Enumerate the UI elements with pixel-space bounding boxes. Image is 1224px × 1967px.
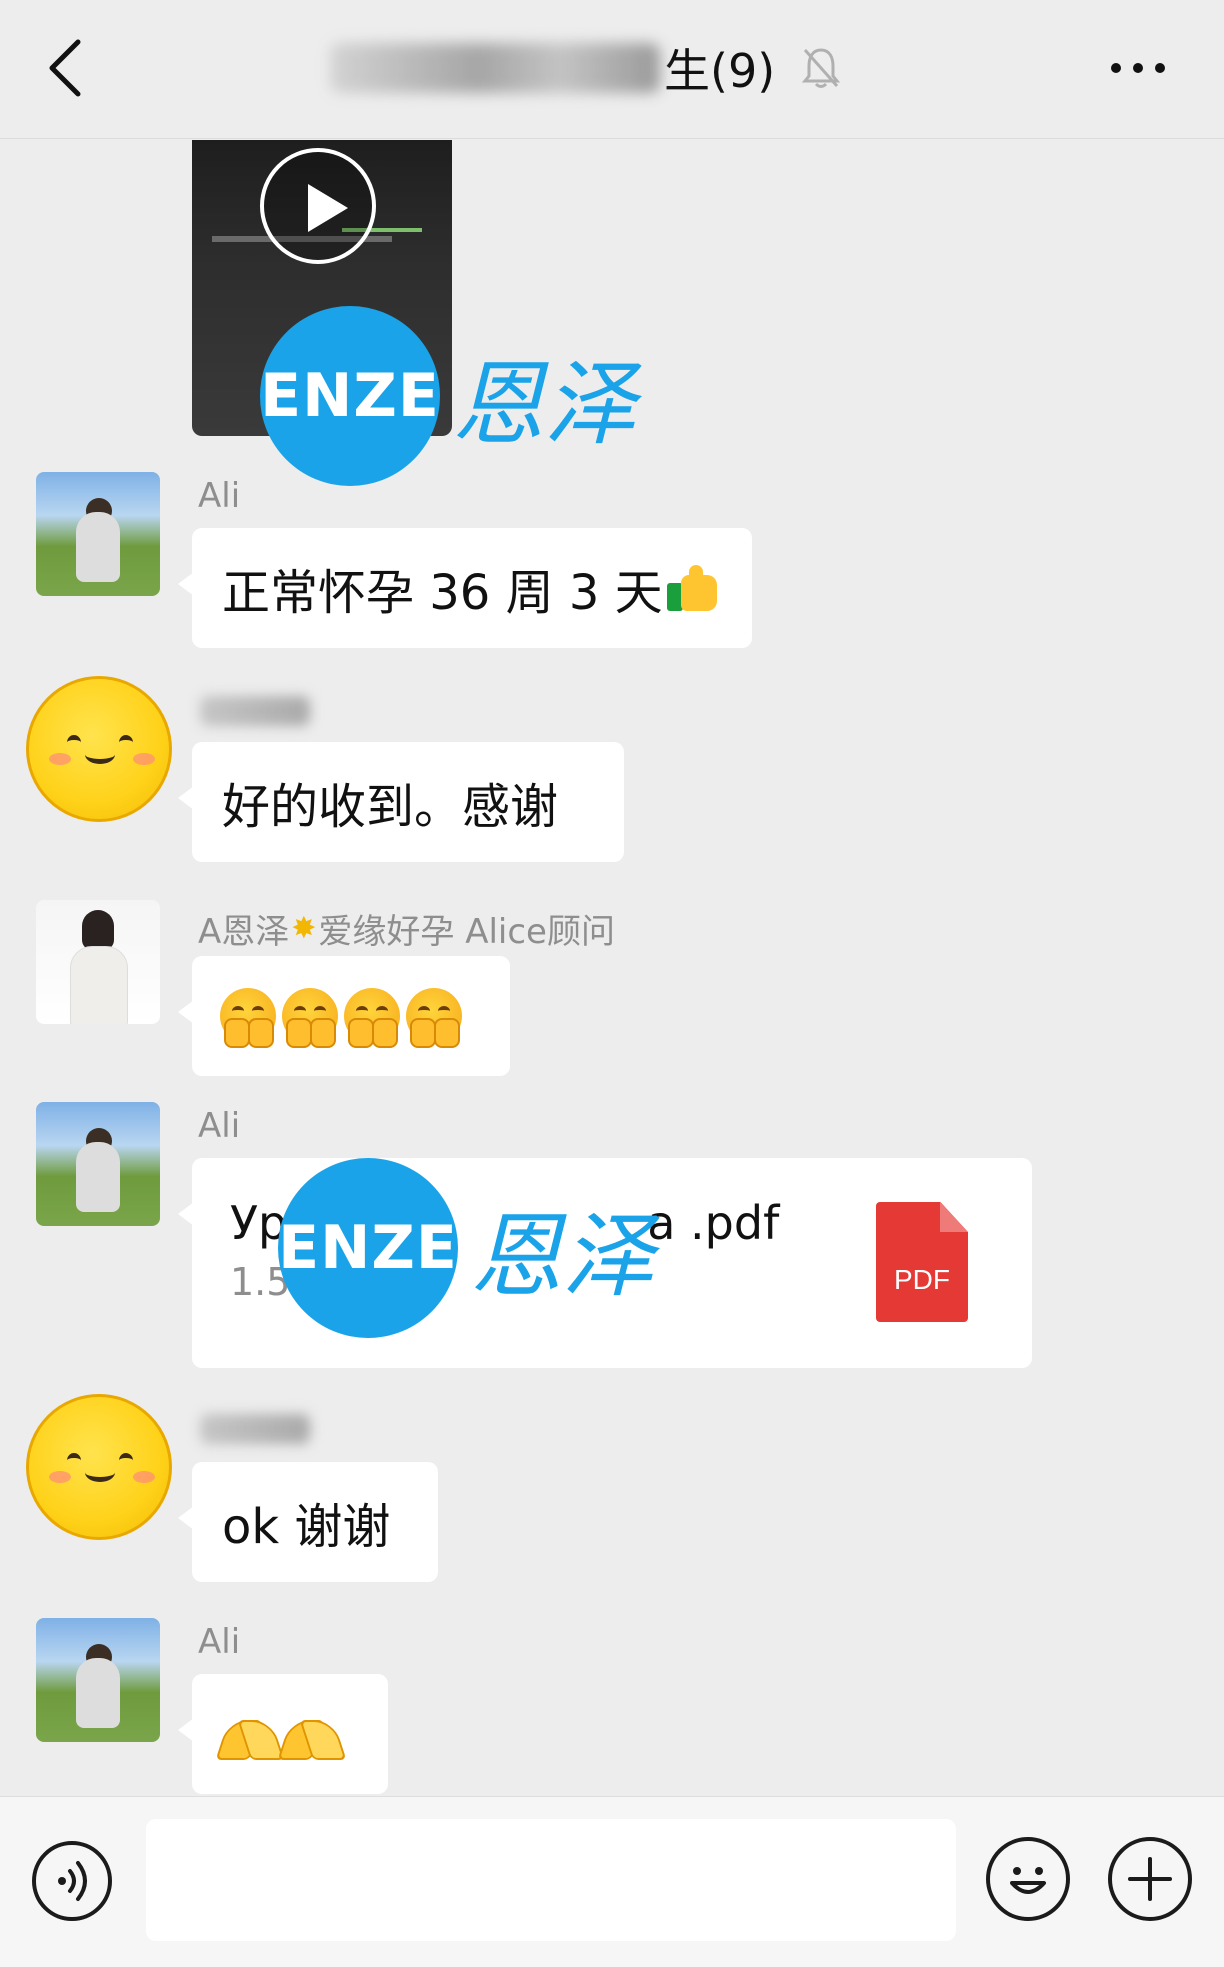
chat-title: 生(9) [330, 28, 841, 108]
shushing-face-icon [220, 988, 276, 1048]
voice-input-button[interactable] [32, 1841, 112, 1921]
input-bar [0, 1796, 1224, 1967]
blurred-title-prefix [330, 43, 660, 93]
watermark-logo: ENZE [278, 1158, 458, 1338]
shushing-face-icon [344, 988, 400, 1048]
pdf-file-icon: PDF [876, 1202, 968, 1322]
watermark: ENZE 恩泽 [278, 1158, 654, 1338]
shushing-face-icon [406, 988, 462, 1048]
watermark-text: 恩泽 [470, 1202, 655, 1310]
shushing-face-icon [282, 988, 338, 1048]
emoji-button[interactable] [986, 1837, 1070, 1921]
avatar-smiley[interactable] [26, 1394, 172, 1540]
sender-name: Ali [198, 1106, 241, 1146]
play-icon[interactable] [260, 148, 376, 264]
chat-header: 生(9) [0, 0, 1224, 139]
sender-name: A恩泽 ✸ 爱缘好孕 Alice顾问 [198, 904, 615, 953]
sender-name-suffix: 爱缘好孕 Alice顾问 [318, 912, 615, 952]
avatar-figure-dress [70, 946, 128, 1024]
avatar-alice[interactable] [36, 900, 160, 1024]
text-message-bubble[interactable]: ok 谢谢 [178, 1462, 438, 1582]
avatar-ali[interactable] [36, 1102, 160, 1226]
plus-icon [1128, 1857, 1172, 1901]
more-options-icon[interactable] [1108, 50, 1168, 86]
avatar-ali[interactable] [36, 1618, 160, 1742]
watermark-text: 恩泽 [452, 350, 637, 458]
message-text: 正常怀孕 36 周 3 天 [222, 565, 663, 621]
watermark: ENZE 恩泽 [260, 306, 636, 486]
text-message-bubble[interactable]: 好的收到。感谢 [178, 742, 624, 862]
watermark-logo: ENZE [260, 306, 440, 486]
message-text: ok 谢谢 [222, 1499, 391, 1555]
avatar-smiley[interactable] [26, 676, 172, 822]
file-name-end: а .pdf [647, 1196, 780, 1250]
back-arrow-icon[interactable] [44, 36, 88, 100]
chat-title-text: 生(9) [664, 44, 776, 98]
pray-icon [277, 1712, 347, 1760]
avatar-ali[interactable] [36, 472, 160, 596]
sparkle-icon: ✸ [291, 911, 317, 946]
sender-name-prefix: A恩泽 [198, 912, 290, 952]
blurred-sender-name [200, 696, 310, 726]
avatar-figure-body [76, 512, 120, 582]
muted-bell-icon [802, 48, 841, 88]
emoji-message-bubble[interactable] [178, 1674, 388, 1794]
more-functions-button[interactable] [1108, 1837, 1192, 1921]
avatar-figure-body [76, 1142, 120, 1212]
pdf-icon-label: PDF [894, 1264, 950, 1295]
sender-name: Ali [198, 1622, 241, 1662]
sender-name: Ali [198, 476, 241, 516]
pray-icon [215, 1712, 285, 1760]
avatar-figure-body [76, 1658, 120, 1728]
message-input[interactable] [146, 1819, 956, 1941]
thumbs-up-icon [666, 565, 719, 611]
voice-icon [58, 1861, 87, 1901]
avatar-figure-hair [82, 910, 114, 950]
emoji-message-bubble[interactable] [178, 956, 510, 1076]
message-text: 好的收到。感谢 [222, 779, 559, 835]
smiley-icon [1010, 1867, 1046, 1894]
blurred-sender-name [200, 1414, 310, 1444]
text-message-bubble[interactable]: 正常怀孕 36 周 3 天 [178, 528, 752, 648]
